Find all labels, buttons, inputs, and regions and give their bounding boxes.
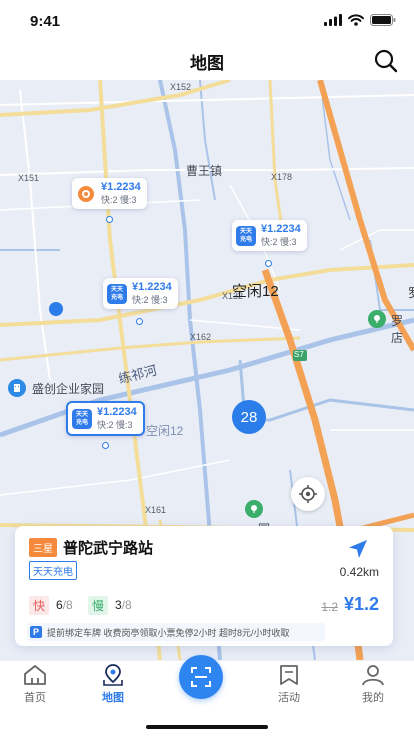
fast-charger-count: 6/8 [56, 598, 73, 612]
poi-park-marker[interactable] [245, 500, 263, 518]
nav-header: 地图 [0, 44, 414, 80]
rank-badge: 三星 [29, 538, 57, 557]
map-pin-icon [103, 664, 123, 686]
road-label-x178: X178 [271, 172, 293, 182]
station-pin-3-anchor [136, 318, 143, 325]
fast-charger-tag: 快 [29, 596, 50, 615]
signal-icon [324, 14, 342, 26]
tiantian-logo-icon: 天天 充电 [236, 225, 256, 246]
station-name: 普陀武宁路站 [63, 540, 154, 557]
poi-luodian-marker[interactable] [368, 310, 386, 328]
road-label-x151: X151 [18, 173, 40, 183]
battery-icon [370, 14, 396, 26]
slow-charger-count: 3/8 [115, 598, 132, 612]
station-slow: 慢:3 [151, 295, 168, 305]
station-fast: 快:2 [101, 195, 118, 205]
place-label-luodian: 罗店 [391, 314, 404, 345]
tab-home-label: 首页 [24, 692, 46, 704]
my-location-dot [49, 302, 63, 316]
poi-shengchuang-marker[interactable] [8, 379, 26, 397]
place-label-edge-char: 罗 [408, 284, 414, 301]
current-price: ¥1.2 [343, 594, 379, 614]
parking-notice-text: 提前绑定车牌 收费岗亭领取小票免停2小时 超时8元/小时收取 [47, 628, 290, 638]
station-price: ¥1.2234 [132, 281, 172, 293]
road-label-s7: S7 [294, 350, 304, 359]
station-card[interactable]: 三星 普陀武宁路站 天天充电 0.42km 快 6/8 慢 3/8 1.2 ¥1… [15, 526, 393, 646]
road-label-x161: X161 [145, 505, 167, 515]
status-icons [324, 14, 396, 26]
map-screen: 9:41 地图 X152 X151 X178 X132 X162 X161 S7… [0, 0, 414, 736]
home-icon [24, 665, 46, 685]
tiantian-logo-icon: 天天 充电 [72, 408, 92, 429]
station-pin-selected-anchor [102, 442, 109, 449]
distance: 0.42km [339, 565, 379, 579]
station-pin-1-anchor [106, 216, 113, 223]
parking-icon: P [30, 626, 42, 638]
tab-map[interactable]: 地图 [83, 663, 143, 707]
station-price: ¥1.2234 [261, 223, 301, 235]
original-price: 1.2 [321, 600, 338, 614]
bookmark-icon [280, 665, 298, 685]
idle-count-label: 空闲12 [232, 283, 279, 300]
navigation-arrow-icon [349, 540, 367, 558]
road-label-x162: X162 [190, 332, 212, 342]
slow-charger-tag: 慢 [88, 596, 109, 615]
station-pin-3[interactable]: 天天 充电 ¥1.2234 快:2 慢:3 [103, 278, 178, 309]
tree-icon [251, 505, 257, 513]
user-icon [362, 665, 384, 686]
station-fast: 快:2 [132, 295, 149, 305]
tiantian-logo-icon: 天天 充电 [107, 283, 127, 304]
station-cluster[interactable]: 28 [232, 400, 266, 434]
place-label-shengchuang: 盛创企业家园 [32, 382, 105, 396]
station-slow: 慢:3 [120, 195, 137, 205]
search-icon [374, 49, 398, 73]
station-slow: 慢:3 [280, 237, 297, 247]
scan-button[interactable] [179, 655, 223, 699]
station-fast: 快:2 [261, 237, 278, 247]
search-button[interactable] [372, 47, 400, 75]
navigate-button[interactable] [347, 538, 369, 560]
station-pin-2[interactable]: 天天 充电 ¥1.2234 快:2 慢:3 [232, 220, 307, 251]
station-pin-2-anchor [265, 260, 272, 267]
station-price: ¥1.2234 [101, 181, 141, 193]
building-icon [14, 384, 20, 392]
road-label-x152: X152 [170, 82, 192, 92]
scan-icon [191, 667, 211, 687]
crosshair-icon [299, 485, 317, 503]
status-bar: 9:41 [0, 0, 414, 44]
station-fast: 快:2 [97, 420, 114, 430]
station-pin-selected[interactable]: 天天 充电 ¥1.2234 快:2 慢:3 [66, 401, 145, 436]
tab-map-label: 地图 [102, 692, 124, 704]
tab-profile[interactable]: 我的 [343, 663, 403, 707]
place-label-caowang: 曹王镇 [186, 164, 223, 178]
locate-me-button[interactable] [291, 477, 325, 511]
station-slow: 慢:3 [116, 420, 133, 430]
home-indicator [146, 725, 268, 729]
place-label-idle-faded: 空闲12 [146, 424, 184, 438]
tab-activity-label: 活动 [278, 692, 300, 704]
tab-activity[interactable]: 活动 [259, 663, 319, 707]
gear-logo-icon [76, 183, 96, 204]
brand-tag: 天天充电 [29, 561, 77, 580]
parking-notice: P 提前绑定车牌 收费岗亭领取小票免停2小时 超时8元/小时收取 [27, 623, 325, 641]
tab-home[interactable]: 首页 [5, 663, 65, 707]
station-price: ¥1.2234 [97, 406, 137, 418]
wifi-icon [348, 14, 364, 26]
tab-profile-label: 我的 [362, 692, 384, 704]
tree-icon [374, 315, 380, 323]
status-time: 9:41 [30, 13, 61, 30]
page-title: 地图 [190, 54, 224, 73]
station-pin-1[interactable]: ¥1.2234 快:2 慢:3 [72, 178, 147, 209]
